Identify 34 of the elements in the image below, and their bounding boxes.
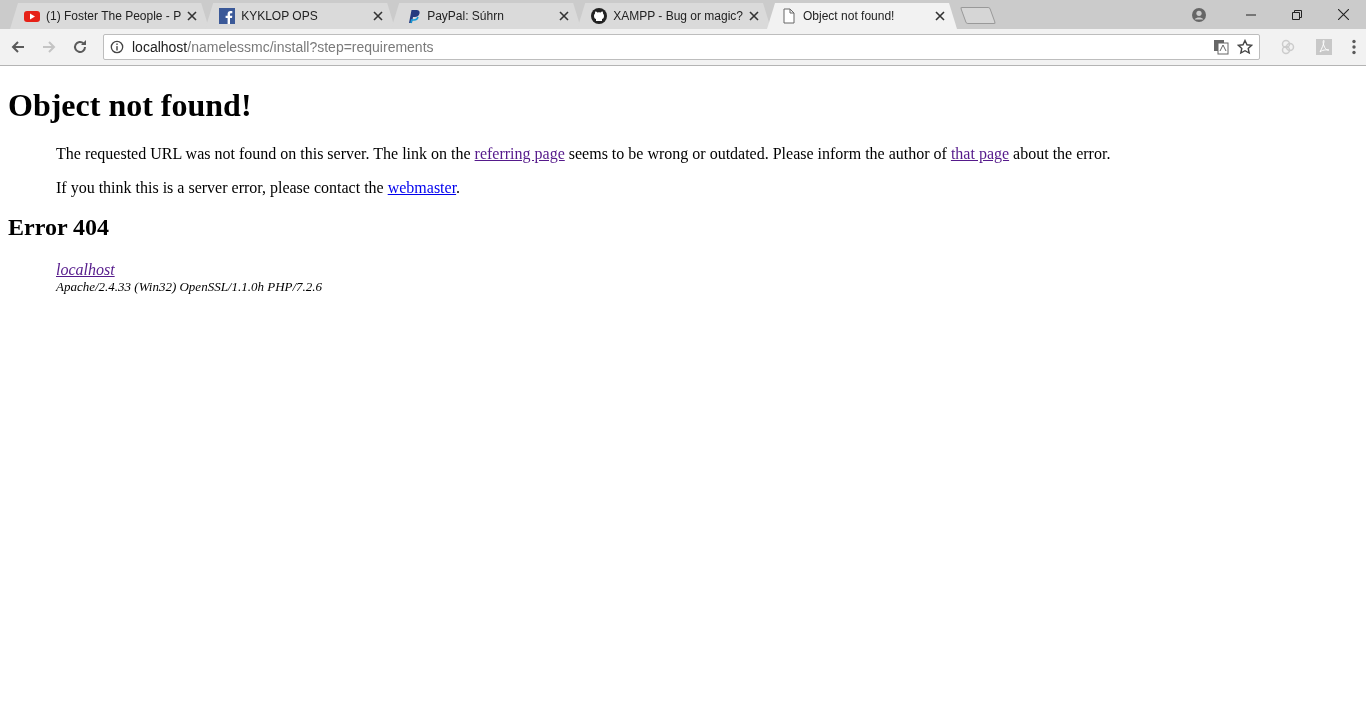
address-bar[interactable]: localhost/namelessmc/install?step=requirements	[103, 34, 1260, 60]
close-icon[interactable]	[187, 11, 198, 21]
link[interactable]: that page	[950, 145, 1010, 162]
menu-icon[interactable]	[1352, 39, 1356, 55]
translate-icon[interactable]	[1213, 39, 1229, 55]
reload-icon[interactable]	[72, 39, 88, 55]
paragraph: The requested URL was not found on this server. The link on the referring page seems to be wrong or outdated. Please inform the author of that page about the error.	[56, 145, 1112, 163]
profile-icon[interactable]	[1192, 7, 1206, 22]
browser-tab[interactable]: XAMPP - Bug or magic?	[577, 3, 771, 29]
url-host: localhost	[132, 39, 188, 55]
error-heading: Error 404	[8, 213, 111, 241]
page-icon	[781, 8, 797, 24]
play-icon	[24, 8, 40, 24]
letter-f-icon	[219, 8, 236, 24]
page-heading: Object not found!	[8, 87, 253, 124]
browser-tab[interactable]: PayPal: Súhrn	[391, 3, 582, 29]
paragraph: If you think this is a server error, please contact the webmaster.	[56, 179, 462, 197]
close-icon	[1337, 9, 1349, 20]
close-icon[interactable]	[749, 11, 759, 21]
browser-tab[interactable]: KYKLOP OPS	[205, 3, 396, 29]
back-icon[interactable]	[10, 39, 26, 55]
link[interactable]: referring page	[474, 145, 565, 162]
server-signature: Apache/2.4.33 (Win32) OpenSSL/1.1.0h PHP/7.2.6	[56, 279, 323, 294]
link[interactable]: localhost	[56, 261, 115, 279]
browser-tab[interactable]: Object not found!	[767, 3, 957, 29]
browser-tab[interactable]: (1) Foster The People - P	[10, 3, 210, 29]
url-path: /namelessmc/install?step=requirements	[187, 39, 434, 55]
info-icon[interactable]	[110, 40, 124, 54]
restore-icon	[1292, 9, 1302, 20]
close-icon[interactable]	[559, 11, 570, 21]
cat-icon	[591, 8, 608, 24]
star-icon[interactable]	[1237, 39, 1253, 55]
close-icon[interactable]	[935, 11, 945, 21]
close-icon[interactable]	[373, 11, 384, 21]
